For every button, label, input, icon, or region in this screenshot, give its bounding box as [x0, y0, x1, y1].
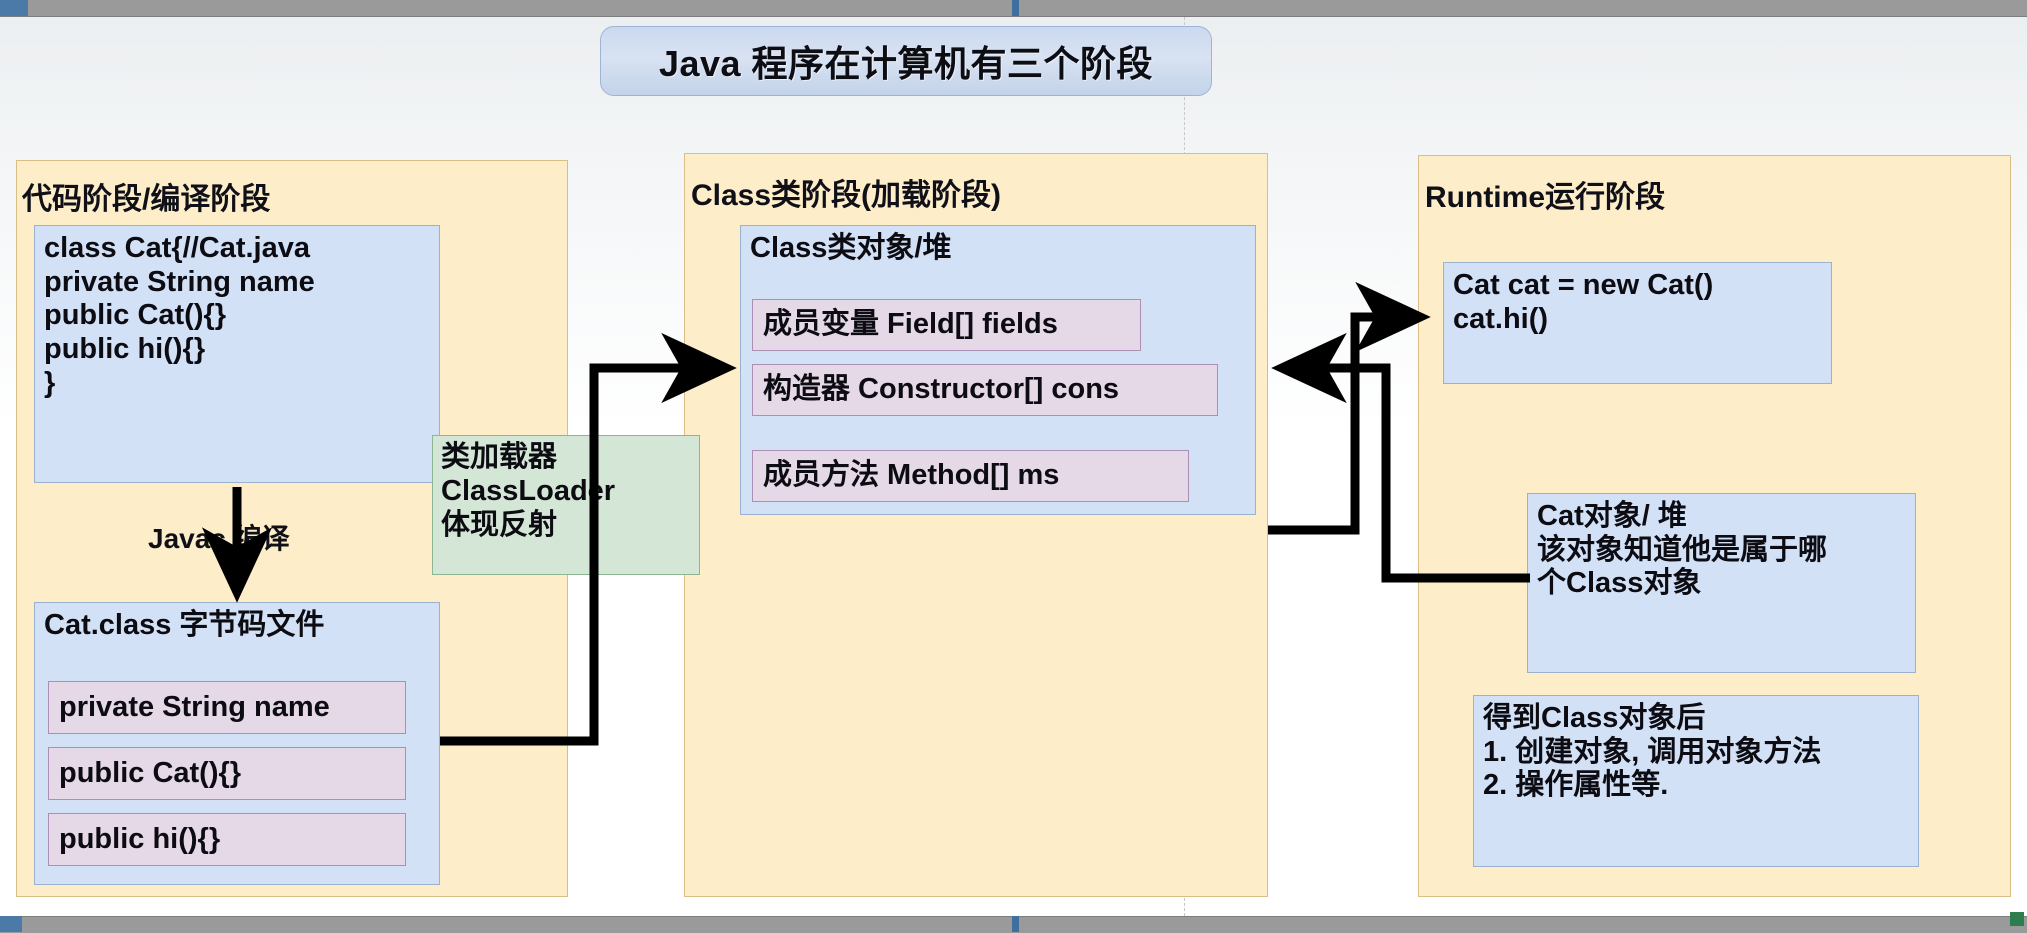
class-file-member-field-text: private String name [59, 690, 330, 723]
source-code-text: class Cat{//Cat.java private String name… [44, 232, 315, 399]
stage-title-code: 代码阶段/编译阶段 [22, 183, 271, 216]
class-file-member-constructor-text: public Cat(){} [59, 756, 242, 789]
class-object-member-methods-text: 成员方法 Method[] ms [763, 459, 1060, 492]
class-usage-box: 得到Class对象后 1. 创建对象, 调用对象方法 2. 操作属性等. [1473, 695, 1919, 867]
bottom-scroll-marker [1012, 916, 1019, 932]
cat-object-text: Cat对象/ 堆 该对象知道他是属于哪 个Class对象 [1537, 500, 1828, 600]
class-object-member-methods: 成员方法 Method[] ms [752, 450, 1189, 502]
class-object-member-constructors-text: 构造器 Constructor[] cons [763, 373, 1120, 406]
top-scroll-marker [1012, 0, 1019, 16]
class-object-member-fields: 成员变量 Field[] fields [752, 299, 1141, 351]
bottom-scrollbar-thumb[interactable] [0, 916, 22, 932]
diagram-title-box: Java 程序在计算机有三个阶段 [600, 26, 1212, 96]
class-object-member-constructors: 构造器 Constructor[] cons [752, 364, 1218, 416]
stage-title-class: Class类阶段(加载阶段) [691, 179, 1002, 212]
runtime-code-text: Cat cat = new Cat() cat.hi() [1453, 269, 1714, 335]
class-file-member-field: private String name [48, 681, 406, 734]
class-file-member-constructor: public Cat(){} [48, 747, 406, 800]
class-file-member-method-text: public hi(){} [59, 822, 221, 855]
cat-object-box: Cat对象/ 堆 该对象知道他是属于哪 个Class对象 [1527, 493, 1916, 673]
diagram-title-text: Java 程序在计算机有三个阶段 [658, 43, 1154, 84]
diagram-canvas: Java 程序在计算机有三个阶段 代码阶段/编译阶段 class Cat{//C… [0, 0, 2027, 933]
class-file-title: Cat.class 字节码文件 [44, 609, 325, 641]
top-scrollbar-thumb[interactable] [0, 0, 28, 16]
javac-compile-label: Javac 编译 [148, 523, 290, 554]
status-indicator [2010, 912, 2024, 926]
class-object-title: Class类对象/堆 [750, 232, 952, 264]
class-usage-text: 得到Class对象后 1. 创建对象, 调用对象方法 2. 操作属性等. [1483, 702, 1822, 802]
stage-title-runtime: Runtime运行阶段 [1425, 181, 1665, 214]
classloader-note: 类加载器 ClassLoader 体现反射 [432, 435, 700, 575]
classloader-note-text: 类加载器 ClassLoader 体现反射 [441, 441, 616, 541]
source-code-box: class Cat{//Cat.java private String name… [34, 225, 440, 483]
runtime-code-box: Cat cat = new Cat() cat.hi() [1443, 262, 1832, 384]
class-object-member-fields-text: 成员变量 Field[] fields [763, 308, 1058, 341]
class-file-member-method: public hi(){} [48, 813, 406, 866]
